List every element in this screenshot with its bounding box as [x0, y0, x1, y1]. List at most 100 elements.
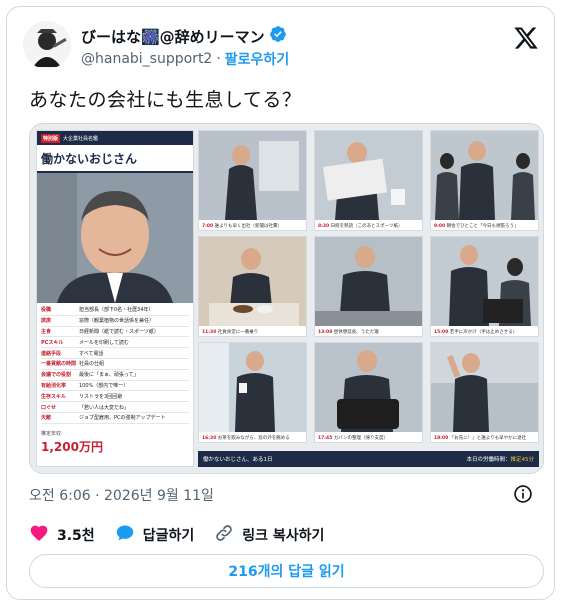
profile-value: リストラを3回回避 [79, 393, 123, 400]
author-name-row: びーはな🎆@辞めリーマン [81, 25, 287, 47]
copy-link-button[interactable]: 링크 복사하기 [214, 523, 324, 547]
profile-row: 口ぐせ 「若い人は大変だね」 [41, 402, 189, 413]
profile-value: ジョブ型雇用、PCの強制アップデート [79, 415, 166, 422]
schedule-cell: 7:00 誰よりも早く出社（新聞は社費） [198, 130, 307, 231]
worktime-label: 本日の労働時間： [466, 457, 511, 463]
reply-button[interactable]: 답글하기 [115, 523, 195, 547]
schedule-photo-grid: 7:00 誰よりも早く出社（新聞は社費） 8:30 日経を熟読（このあとスポーツ… [198, 130, 539, 449]
tweet-timestamp[interactable]: 오전 6:06 · 2026년 9월 11일 [29, 485, 214, 505]
schedule-caption: 11:30 社員食堂に一番乗り [202, 329, 258, 335]
schedule-caption: 7:00 誰よりも早く出社（新聞は社費） [202, 223, 282, 229]
heart-icon [29, 523, 49, 547]
schedule-text: カバンの整理（帰り支度） [333, 436, 388, 441]
schedule-cell: 8:30 日経を熟読（このあとスポーツ紙） [314, 130, 423, 231]
schedule-text: 日経を熟読（このあとスポーツ紙） [330, 224, 403, 229]
author-handle-row: @hanabi_support2 · 팔로우하기 [81, 49, 289, 69]
profile-value: すべて電話 [79, 350, 104, 357]
comment-bubble-icon [115, 523, 135, 547]
profile-subtitle: 大企業社員名鑑 [63, 135, 99, 142]
schedule-text: 朝会でひとこと「今日も頑張ろう」 [446, 224, 519, 229]
tweet-actions: 3.5천 답글하기 링크 복사하기 [29, 523, 344, 547]
profile-row: 有給消化率 100%（部内で唯一） [41, 381, 189, 392]
schedule-caption: 9:00 朝会でひとこと「今日も頑張ろう」 [434, 223, 519, 229]
profile-panel: 特別版 大企業社員名鑑 働かないおじさん 役職 担当部長（部下0名・社歴34年） … [36, 130, 194, 467]
schedule-cell: 9:00 朝会でひとこと「今日も頑張ろう」 [430, 130, 539, 231]
tweet-card: びーはな🎆@辞めリーマン @hanabi_support2 · 팔로우하기 あな… [6, 6, 555, 600]
schedule-cell: 16:30 お茶を飲みながら、窓の外を眺める [198, 342, 307, 443]
schedule-cell: 18:00 「お先に！」と誰よりも早やかに退社 [430, 342, 539, 443]
profile-key: PCスキル [41, 339, 64, 346]
profile-key: 役職 [41, 307, 52, 314]
profile-key: 連絡手段 [41, 350, 62, 357]
profile-key: 天敵 [41, 415, 52, 422]
author-display-name[interactable]: びーはな🎆@辞めリーマン [81, 26, 265, 47]
profile-rows: 役職 担当部長（部下0名・社歴34年） 席席 窓際（観葉植物の世話係を兼任） 主食 日… [37, 303, 193, 424]
schedule-cell: 17:45 カバンの整理（帰り支度） [314, 342, 423, 443]
schedule-time: 17:45 [318, 436, 333, 441]
profile-row: 主食 日経新聞（紙で読む・スポーツ紙） [41, 327, 189, 338]
reply-label: 답글하기 [142, 528, 195, 544]
like-button[interactable]: 3.5천 [29, 523, 95, 547]
profile-row: 一番貢献の時間 社員の仕組 [41, 359, 189, 370]
profile-key: 口ぐせ [41, 404, 57, 411]
special-badge: 特別版 [41, 133, 61, 143]
schedule-text: 「お先に！」と誰よりも早やかに退社 [449, 436, 527, 441]
profile-value: メールを印刷して読む [79, 339, 129, 346]
profile-row: 天敵 ジョブ型雇用、PCの強制アップデート [41, 413, 189, 424]
profile-value: 日経新聞（紙で読む・スポーツ紙） [79, 328, 159, 335]
schedule-text: お茶を飲みながら、窓の外を眺める [217, 436, 290, 441]
profile-value: 「若い人は大変だね」 [79, 404, 130, 411]
read-replies-button[interactable]: 216개의 답글 읽기 [29, 554, 544, 588]
schedule-caption: 13:00 昼休憩延長、うたた寝 [318, 329, 379, 335]
profile-row: 会議での役割 最後に「まぁ、頑張って」 [41, 370, 189, 381]
schedule-cell: 11:30 社員食堂に一番乗り [198, 236, 307, 337]
profile-key: 主食 [41, 328, 52, 335]
profile-key: 有給消化率 [41, 382, 67, 389]
schedule-caption: 17:45 カバンの整理（帰り支度） [318, 435, 388, 441]
handle-separator: · [216, 51, 221, 67]
x-logo-icon[interactable] [513, 25, 539, 51]
infographic-footer: 働かないおじさん、ある1日 本日の労働時間：推定45分 [198, 451, 539, 467]
schedule-time: 18:00 [434, 436, 449, 441]
schedule-text: 昼休憩延長、うたた寝 [333, 330, 379, 335]
profile-key: 生存スキル [41, 393, 67, 400]
profile-value: 担当部長（部下0名・社歴34年） [79, 307, 154, 314]
worktime-value: 推定45分 [510, 457, 535, 463]
profile-row: 生存スキル リストラを3回回避 [41, 391, 189, 403]
tweet-header: びーはな🎆@辞めリーマン @hanabi_support2 · 팔로우하기 [23, 19, 543, 73]
salary-value: 1,200万円 [41, 439, 103, 454]
schedule-cell: 15:00 若手に声かけ（手は止めさせる） [430, 236, 539, 337]
copy-link-label: 링크 복사하기 [242, 528, 325, 544]
schedule-caption: 15:00 若手に声かけ（手は止めさせる） [434, 329, 517, 335]
profile-key: 会議での役割 [41, 372, 72, 379]
schedule-time: 9:00 [434, 224, 446, 229]
portrait-photo [37, 173, 193, 303]
profile-value: 100%（部内で唯一） [79, 382, 129, 389]
schedule-caption: 16:30 お茶を飲みながら、窓の外を眺める [202, 435, 290, 441]
schedule-time: 13:00 [318, 330, 333, 335]
follow-button[interactable]: 팔로우하기 [225, 49, 289, 69]
schedule-caption: 18:00 「お先に！」と誰よりも早やかに退社 [434, 435, 526, 441]
info-icon[interactable] [513, 484, 533, 504]
tweet-media-image[interactable]: 特別版 大企業社員名鑑 働かないおじさん 役職 担当部長（部下0名・社歴34年） … [29, 123, 544, 474]
profile-panel-header: 特別版 大企業社員名鑑 [37, 131, 193, 145]
schedule-text: 若手に声かけ（手は止めさせる） [449, 330, 518, 335]
profile-value: 最後に「まぁ、頑張って」 [79, 372, 139, 379]
footer-caption: 働かないおじさん、ある1日 [203, 457, 273, 463]
salary-label: 推定年収 [41, 430, 62, 437]
profile-key: 席席 [41, 318, 52, 325]
author-handle[interactable]: @hanabi_support2 [81, 51, 212, 67]
author-avatar[interactable] [23, 21, 71, 69]
link-icon [214, 523, 234, 547]
schedule-cell: 13:00 昼休憩延長、うたた寝 [314, 236, 423, 337]
profile-title: 働かないおじさん [37, 145, 193, 173]
profile-key: 一番貢献の時間 [41, 361, 77, 368]
schedule-time: 11:30 [202, 330, 217, 335]
profile-row: 役職 担当部長（部下0名・社歴34年） [41, 305, 189, 316]
schedule-text: 社員食堂に一番乗り [217, 330, 259, 335]
tweet-text: あなたの会社にも生息してる？ [29, 89, 302, 111]
profile-row: 連絡手段 すべて電話 [41, 348, 189, 359]
footer-worktime: 本日の労働時間：推定45分 [466, 455, 534, 463]
schedule-time: 15:00 [434, 330, 449, 335]
profile-row: 席席 窓際（観葉植物の世話係を兼任） [41, 316, 189, 327]
